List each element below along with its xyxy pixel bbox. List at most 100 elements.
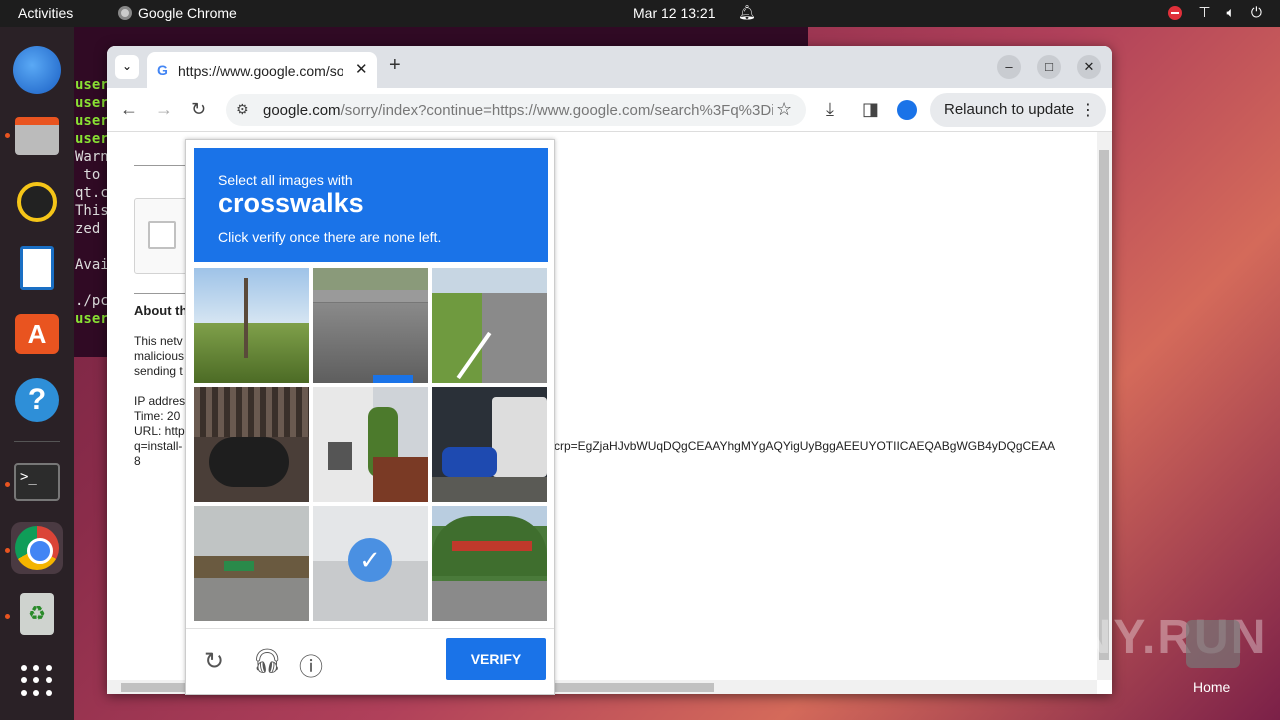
back-button[interactable]: ←: [120, 99, 138, 120]
side-panel-icon[interactable]: ◨: [862, 99, 879, 120]
terminal-line: qt.c: [75, 185, 109, 201]
tab-strip: ⌄ G https://www.google.com/sorry/index ✕…: [107, 46, 1112, 88]
site-info-icon[interactable]: ⚙: [236, 101, 249, 118]
challenge-keyword: crosswalks: [218, 188, 364, 218]
divider: [134, 293, 186, 294]
para-line: This netv: [134, 334, 183, 348]
home-folder-icon[interactable]: [1186, 620, 1240, 668]
dock-help[interactable]: ?: [11, 374, 63, 426]
chrome-icon: [118, 6, 132, 20]
clock[interactable]: Mar 12 13:21: [633, 5, 716, 21]
recaptcha-challenge: Select all images with crosswalks Click …: [185, 139, 555, 695]
terminal-line: Warn: [75, 149, 109, 165]
audio-challenge-icon[interactable]: 🎧︎: [252, 647, 282, 676]
challenge-instruction: Select all images with: [218, 172, 353, 188]
power-icon: ⏻: [1250, 4, 1262, 20]
challenge-hint: Click verify once there are none left.: [218, 229, 442, 245]
close-window-button[interactable]: ✕: [1077, 55, 1101, 79]
address-bar[interactable]: ⚙ google.com/sorry/index?continue=https:…: [226, 94, 806, 126]
maximize-button[interactable]: □: [1037, 55, 1061, 79]
volume-icon: 🔈︎: [1226, 4, 1235, 20]
dock-trash[interactable]: ♻: [11, 588, 63, 640]
tab-close-icon[interactable]: ✕: [355, 60, 368, 78]
running-indicator: [5, 614, 10, 619]
dock-rhythmbox[interactable]: [11, 176, 63, 228]
challenge-footer: ↻ 🎧︎ ⓘ VERIFY: [186, 628, 554, 694]
image-tile[interactable]: [313, 387, 428, 502]
running-indicator: [5, 482, 10, 487]
url-line: URL: http: [134, 424, 185, 438]
reload-challenge-icon[interactable]: ↻: [204, 647, 224, 676]
challenge-header: Select all images with crosswalks Click …: [194, 148, 548, 262]
relaunch-label: Relaunch to update: [944, 101, 1075, 118]
image-tile[interactable]: [194, 387, 309, 502]
terminal-line: to: [75, 167, 101, 183]
forward-button[interactable]: →: [155, 99, 173, 120]
vertical-scrollbar[interactable]: [1097, 132, 1112, 680]
dock-chrome[interactable]: [11, 522, 63, 574]
home-folder-label: Home: [1193, 679, 1231, 695]
para-line: malicious: [134, 349, 185, 363]
crp-line: crp=EgZjaHJvbWUqDQgCEAAYhgMYgAQYigUyBggA…: [554, 439, 1056, 453]
url-path: /sorry/index?continue=https://www.google…: [340, 102, 773, 119]
system-tray[interactable]: ⊤ 🔈︎ ⏻: [1168, 4, 1262, 21]
trash-icon: ♻: [20, 593, 54, 635]
check-icon: ✓: [348, 538, 392, 582]
divider: [134, 165, 186, 166]
files-icon: [15, 117, 59, 155]
image-tile[interactable]: [194, 268, 309, 383]
tab-active[interactable]: G https://www.google.com/sorry/index ✕: [147, 52, 377, 88]
app-menu[interactable]: Google Chrome: [118, 5, 237, 21]
running-indicator: [5, 133, 10, 138]
running-indicator: [5, 548, 10, 553]
top-bar: Activities Google Chrome Mar 12 13:21 🔔︎…: [0, 0, 1280, 27]
activities-button[interactable]: Activities: [18, 5, 73, 21]
app-name: Google Chrome: [138, 5, 237, 21]
chevron-down-icon: ⌄: [121, 59, 133, 73]
app-center-icon: A: [15, 314, 59, 354]
minimize-button[interactable]: –: [997, 55, 1021, 79]
para-line: sending t: [134, 364, 183, 378]
info-icon[interactable]: ⓘ: [299, 647, 323, 682]
menu-dots-icon[interactable]: ⋮: [1080, 100, 1096, 120]
terminal-line: user: [75, 311, 109, 327]
tab-search-button[interactable]: ⌄: [115, 55, 139, 79]
image-tile[interactable]: [194, 506, 309, 621]
download-icon[interactable]: ⤓: [826, 99, 834, 120]
profile-avatar[interactable]: [897, 100, 917, 120]
terminal-line: Avai: [75, 257, 109, 273]
dock-writer[interactable]: [11, 242, 63, 294]
network-icon: ⊤: [1198, 4, 1211, 20]
toolbar: ← → ↻ ⚙ google.com/sorry/index?continue=…: [107, 88, 1112, 132]
terminal-line: This: [75, 203, 109, 219]
relaunch-button[interactable]: Relaunch to update ⋮: [930, 93, 1106, 127]
help-icon: ?: [15, 378, 59, 422]
dock-app-center[interactable]: A: [11, 308, 63, 360]
dock-files[interactable]: [11, 110, 63, 162]
image-tile[interactable]: [432, 268, 547, 383]
image-tile-selected[interactable]: ✓: [313, 506, 428, 621]
dock-separator: [14, 441, 60, 442]
reload-button[interactable]: ↻: [191, 99, 206, 120]
recaptcha-checkbox[interactable]: [148, 221, 176, 249]
thunderbird-icon: [13, 46, 61, 94]
url-host: google.com: [263, 102, 341, 119]
dock-terminal[interactable]: >_: [11, 456, 63, 508]
show-apps-button[interactable]: [11, 655, 63, 707]
dock-thunderbird[interactable]: [11, 44, 63, 96]
verify-button[interactable]: VERIFY: [446, 638, 546, 680]
image-tile[interactable]: [432, 506, 547, 621]
grid-icon: [21, 665, 53, 697]
tab-title: https://www.google.com/sorry/index: [178, 63, 343, 79]
rhythmbox-icon: [17, 182, 57, 222]
bookmark-star-icon[interactable]: ☆: [776, 99, 792, 120]
ip-line: IP addres: [134, 394, 186, 408]
terminal-line: zed: [75, 221, 101, 237]
query-line: q=install-: [134, 439, 183, 453]
new-tab-button[interactable]: +: [389, 54, 401, 77]
about-heading: About th: [134, 303, 188, 318]
scroll-thumb[interactable]: [1099, 150, 1109, 660]
image-tile[interactable]: [313, 268, 428, 383]
recording-icon: [1168, 5, 1183, 20]
image-tile[interactable]: [432, 387, 547, 502]
